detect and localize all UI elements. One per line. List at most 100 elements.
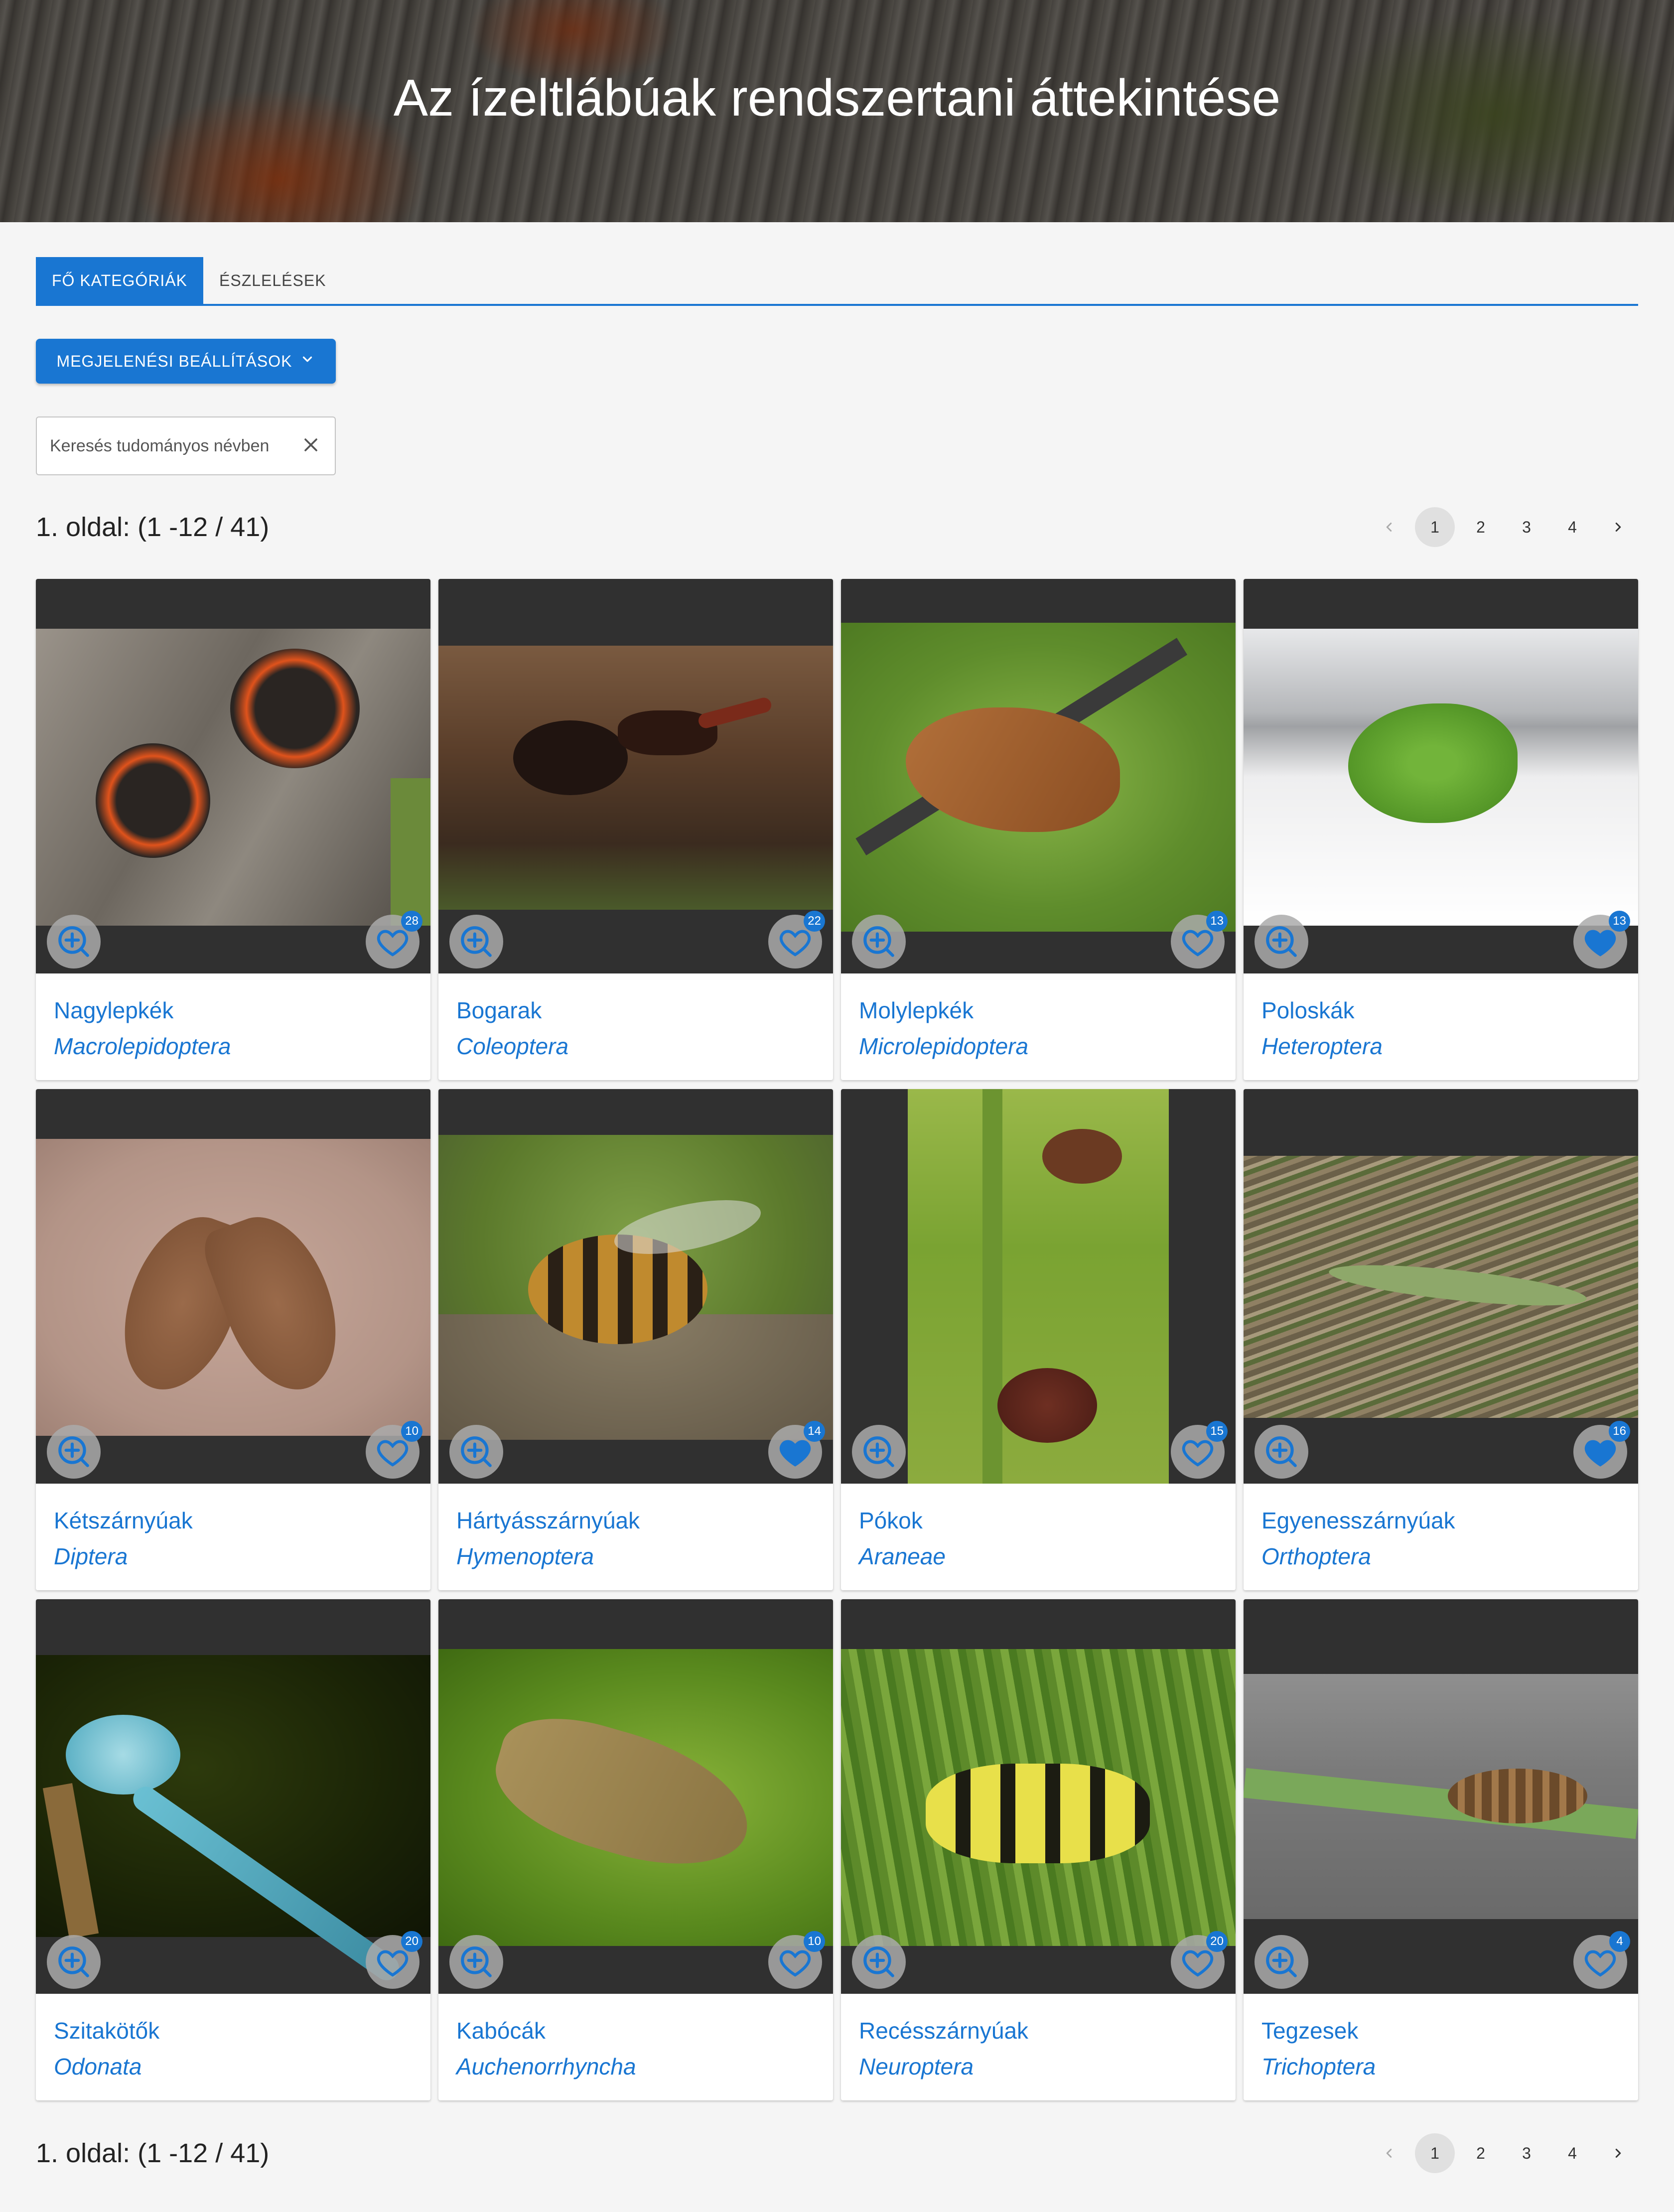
zoom-in-icon <box>863 1436 894 1467</box>
zoom-in-icon <box>863 926 894 957</box>
category-card[interactable]: 14 Hártyásszárnyúak Hymenoptera <box>438 1089 833 1590</box>
page-title: Az ízeltlábúak rendszertani áttekintése <box>393 69 1281 127</box>
category-name-link[interactable]: Nagylepkék <box>54 992 413 1028</box>
card-body: Szitakötők Odonata <box>36 1994 430 2084</box>
scientific-name-link[interactable]: Coleoptera <box>456 1028 815 1064</box>
scientific-name-link[interactable]: Odonata <box>54 2049 413 2084</box>
category-card[interactable]: 20 Szitakötők Odonata <box>36 1599 430 2100</box>
category-photo[interactable] <box>908 1089 1169 1484</box>
observation-count-badge: 14 <box>804 1421 825 1442</box>
tab-main-categories[interactable]: FŐ KATEGÓRIÁK <box>36 257 203 304</box>
scientific-name-link[interactable]: Diptera <box>54 1538 413 1574</box>
observation-count-badge: 20 <box>401 1931 422 1952</box>
card-media: 13 <box>841 579 1236 973</box>
category-card[interactable]: 15 Pókok Araneae <box>841 1089 1236 1590</box>
category-name-link[interactable]: Szitakötők <box>54 2013 413 2049</box>
zoom-in-button[interactable] <box>449 1935 503 1989</box>
zoom-in-icon <box>461 926 492 957</box>
zoom-in-button[interactable] <box>852 915 906 968</box>
scientific-name-link[interactable]: Neuroptera <box>859 2049 1218 2084</box>
close-icon[interactable] <box>300 434 322 458</box>
scientific-name-link[interactable]: Orthoptera <box>1261 1538 1620 1574</box>
zoom-in-button[interactable] <box>47 915 101 968</box>
category-name-link[interactable]: Pókok <box>859 1503 1218 1538</box>
zoom-in-button[interactable] <box>449 915 503 968</box>
search-input[interactable] <box>50 436 300 456</box>
card-body: Molylepkék Microlepidoptera <box>841 973 1236 1064</box>
category-photo[interactable] <box>1244 1674 1638 1919</box>
category-card[interactable]: 20 Recésszárnyúak Neuroptera <box>841 1599 1236 2100</box>
category-card[interactable]: 4 Tegzesek Trichoptera <box>1244 1599 1638 2100</box>
zoom-in-icon <box>461 1946 492 1977</box>
page-button-2[interactable]: 2 <box>1461 2133 1501 2173</box>
zoom-in-button[interactable] <box>852 1935 906 1989</box>
scientific-name-link[interactable]: Heteroptera <box>1261 1028 1620 1064</box>
category-name-link[interactable]: Kabócák <box>456 2013 815 2049</box>
tab-observations[interactable]: ÉSZLELÉSEK <box>203 257 342 304</box>
category-photo[interactable] <box>1244 1156 1638 1418</box>
page-button-1[interactable]: 1 <box>1415 2133 1455 2173</box>
category-card[interactable]: 10 Kétszárnyúak Diptera <box>36 1089 430 1590</box>
category-photo[interactable] <box>36 629 430 926</box>
page-button-4[interactable]: 4 <box>1552 2133 1592 2173</box>
scientific-name-link[interactable]: Trichoptera <box>1261 2049 1620 2084</box>
zoom-in-button[interactable] <box>852 1425 906 1479</box>
category-name-link[interactable]: Molylepkék <box>859 992 1218 1028</box>
chevron-down-icon <box>300 352 315 371</box>
display-settings-label: MEGJELENÉSI BEÁLLÍTÁSOK <box>56 352 292 370</box>
zoom-in-button[interactable] <box>47 1425 101 1479</box>
category-name-link[interactable]: Bogarak <box>456 992 815 1028</box>
search-box <box>36 416 336 475</box>
zoom-in-button[interactable] <box>449 1425 503 1479</box>
category-photo[interactable] <box>438 646 833 910</box>
observation-count-badge: 4 <box>1609 1931 1630 1952</box>
page-button-4[interactable]: 4 <box>1552 507 1592 547</box>
category-card[interactable]: 10 Kabócák Auchenorrhyncha <box>438 1599 833 2100</box>
zoom-in-button[interactable] <box>1255 915 1308 968</box>
category-grid: 28 Nagylepkék Macrolepidoptera 22 Bogara… <box>36 579 1638 2100</box>
zoom-in-button[interactable] <box>47 1935 101 1989</box>
category-photo[interactable] <box>841 1649 1236 1946</box>
category-name-link[interactable]: Recésszárnyúak <box>859 2013 1218 2049</box>
category-photo[interactable] <box>36 1139 430 1436</box>
category-name-link[interactable]: Egyenesszárnyúak <box>1261 1503 1620 1538</box>
category-photo[interactable] <box>36 1655 430 1985</box>
page-button-1[interactable]: 1 <box>1415 507 1455 547</box>
category-photo[interactable] <box>841 623 1236 932</box>
category-card[interactable]: 13 Molylepkék Microlepidoptera <box>841 579 1236 1080</box>
zoom-in-button[interactable] <box>1255 1935 1308 1989</box>
category-photo[interactable] <box>438 1649 833 1946</box>
next-page-button[interactable] <box>1598 2133 1638 2173</box>
observation-count-badge: 10 <box>804 1931 825 1952</box>
scientific-name-link[interactable]: Macrolepidoptera <box>54 1028 413 1064</box>
scientific-name-link[interactable]: Araneae <box>859 1538 1218 1574</box>
page-button-3[interactable]: 3 <box>1507 2133 1546 2173</box>
category-name-link[interactable]: Kétszárnyúak <box>54 1503 413 1538</box>
zoom-in-button[interactable] <box>1255 1425 1308 1479</box>
category-name-link[interactable]: Tegzesek <box>1261 2013 1620 2049</box>
category-card[interactable]: 13 Poloskák Heteroptera <box>1244 579 1638 1080</box>
card-body: Kétszárnyúak Diptera <box>36 1484 430 1574</box>
chevron-left-icon <box>1386 523 1392 532</box>
category-photo[interactable] <box>1244 629 1638 926</box>
category-name-link[interactable]: Poloskák <box>1261 992 1620 1028</box>
category-card[interactable]: 16 Egyenesszárnyúak Orthoptera <box>1244 1089 1638 1590</box>
category-card[interactable]: 28 Nagylepkék Macrolepidoptera <box>36 579 430 1080</box>
scientific-name-link[interactable]: Hymenoptera <box>456 1538 815 1574</box>
pager: 1 2 3 4 <box>1369 507 1638 547</box>
observation-count-badge: 13 <box>1609 911 1630 932</box>
previous-page-button[interactable] <box>1369 507 1409 547</box>
page-button-2[interactable]: 2 <box>1461 507 1501 547</box>
page-button-3[interactable]: 3 <box>1507 507 1546 547</box>
category-photo[interactable] <box>438 1135 833 1440</box>
observation-count-badge: 13 <box>1206 911 1228 932</box>
scientific-name-link[interactable]: Microlepidoptera <box>859 1028 1218 1064</box>
next-page-button[interactable] <box>1598 507 1638 547</box>
zoom-in-icon <box>58 1946 89 1977</box>
previous-page-button[interactable] <box>1369 2133 1409 2173</box>
display-settings-button[interactable]: MEGJELENÉSI BEÁLLÍTÁSOK <box>36 339 336 384</box>
category-card[interactable]: 22 Bogarak Coleoptera <box>438 579 833 1080</box>
observation-count-badge: 28 <box>401 911 422 932</box>
category-name-link[interactable]: Hártyásszárnyúak <box>456 1503 815 1538</box>
scientific-name-link[interactable]: Auchenorrhyncha <box>456 2049 815 2084</box>
